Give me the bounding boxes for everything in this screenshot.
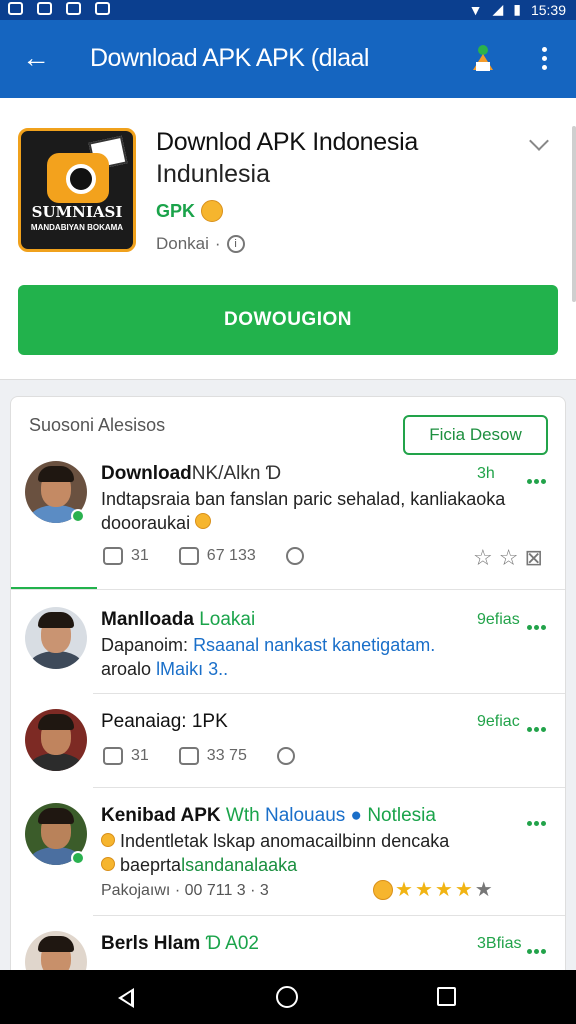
- post-extra-actions: ☆ ☆ ⊠: [473, 545, 543, 571]
- app-icon-text: SUMNIASI: [31, 203, 123, 221]
- divider: [93, 787, 565, 788]
- thumbs-up-icon: [103, 547, 123, 565]
- like-button[interactable]: 31: [103, 747, 149, 765]
- emoji-icon: [101, 857, 115, 871]
- like-button[interactable]: 31: [103, 547, 149, 565]
- more-options-icon[interactable]: [527, 813, 551, 826]
- post-text: Dapanoim: Rsaanal nankast kanetigatam.: [101, 635, 436, 655]
- app-name-line2: Indunlesia: [156, 160, 270, 188]
- rating-stars[interactable]: ★ ★ ★ ★ ★: [373, 877, 493, 902]
- post-author[interactable]: Berls Hlam Ɗ A02: [101, 933, 259, 955]
- notification-icon: [8, 2, 23, 15]
- feed-header: Suosoni Alesisos: [29, 415, 166, 435]
- emoji-icon: [101, 833, 115, 847]
- star-icon: ★: [414, 879, 433, 901]
- star-icon[interactable]: ☆: [473, 545, 493, 571]
- post-time: 9efias: [477, 611, 520, 628]
- react-button[interactable]: [285, 547, 304, 565]
- post-text: Indentletak lskap anomacailbinn dencaka: [101, 829, 449, 853]
- app-icon-subtext: MANDABIYAN BOKAMA: [30, 223, 124, 232]
- status-bar: ▼ ◢ ▮ 15:39: [0, 0, 576, 20]
- verified-badge-icon: [71, 851, 85, 865]
- follow-button[interactable]: Ficia Desow: [403, 415, 548, 455]
- feed-panel: Suosoni Alesisos Ficia Desow DownloadNK/…: [10, 396, 566, 996]
- repost-button[interactable]: 67 133: [178, 547, 256, 565]
- repost-icon: [178, 747, 199, 765]
- star-outline-icon: ★: [474, 879, 493, 901]
- post-actions: 31 67 133: [103, 547, 304, 565]
- post-time: 3h: [477, 465, 495, 482]
- nav-recents-icon[interactable]: [437, 987, 456, 1006]
- scrollbar[interactable]: [572, 126, 576, 302]
- repost-button[interactable]: 33 75: [178, 747, 247, 765]
- nav-back-icon[interactable]: [118, 988, 134, 1008]
- reaction-icon: [276, 747, 295, 765]
- system-nav-bar: [0, 970, 576, 1024]
- post-author[interactable]: Manlloada Loakai: [101, 609, 255, 631]
- share-icon[interactable]: ⊠: [524, 545, 542, 571]
- app-tag: GPK: [156, 200, 224, 222]
- signal-icon: ◢: [492, 1, 504, 17]
- info-icon[interactable]: i: [226, 235, 245, 253]
- status-time: 15:39: [530, 1, 566, 18]
- star-icon: ★: [395, 879, 413, 901]
- divider: [93, 915, 565, 916]
- app-bar: ← Download APK APK (dlaal: [0, 20, 576, 98]
- post-author[interactable]: DownloadNK/Alkn Ɗ: [101, 463, 281, 485]
- post-actions: 31 33 75: [103, 747, 295, 765]
- gallery-icon: [37, 2, 52, 15]
- emoji-icon: [201, 200, 224, 222]
- app-tag-text: GPK: [156, 200, 196, 221]
- post-author[interactable]: Peanaiag: 1PK: [101, 711, 228, 733]
- reaction-icon: [285, 547, 304, 565]
- star-icon: ★: [454, 879, 473, 901]
- star-icon[interactable]: ☆: [499, 545, 519, 571]
- emoji-icon: [195, 513, 212, 529]
- post-author[interactable]: Kenibad APK Wth Nalouaus ● Notlesia: [101, 805, 436, 827]
- repost-icon: [178, 547, 199, 565]
- wifi-icon: ▼: [468, 1, 483, 18]
- nav-home-icon[interactable]: [276, 986, 298, 1008]
- page-title: Download APK APK (dlaal: [90, 44, 369, 72]
- install-button[interactable]: DOWOUGION: [18, 285, 558, 355]
- post-text-line2: baeprtalsandanalaaka: [101, 853, 297, 877]
- battery-icon: ▮: [513, 1, 521, 17]
- store-logo-icon[interactable]: [470, 44, 496, 74]
- notification-icons: [8, 2, 110, 15]
- post-text: Indtapsraia ban fanslan paric sehalad, k…: [101, 489, 506, 509]
- star-icon: ★: [434, 879, 453, 901]
- app-notification-icon: [66, 2, 81, 15]
- app-developer: Donkai: [156, 234, 209, 253]
- avatar[interactable]: [25, 607, 87, 669]
- post-time: 9efiac: [477, 713, 520, 730]
- emoji-icon: [373, 879, 393, 900]
- app-icon: SUMNIASI MANDABIYAN BOKAMA: [18, 128, 136, 252]
- divider: [11, 589, 565, 590]
- more-options-icon[interactable]: [527, 617, 551, 630]
- avatar[interactable]: [25, 709, 87, 771]
- more-options-icon[interactable]: [527, 941, 551, 954]
- camera-lens-graphic: [66, 164, 96, 194]
- verified-badge-icon: [71, 509, 85, 523]
- post-time: 3Bfias: [477, 935, 522, 952]
- post-text-line2: aroalo lMaikı 3..: [101, 659, 229, 679]
- post-text-line2: doooraukai: [101, 511, 212, 535]
- app-name: Downlod APK Indonesia: [156, 128, 418, 156]
- overflow-menu-icon[interactable]: [532, 44, 556, 74]
- more-options-icon[interactable]: [527, 719, 551, 732]
- verified-icon: ●: [350, 805, 363, 826]
- app-meta: Donkai · i: [156, 234, 245, 254]
- message-icon: [95, 2, 110, 15]
- thumbs-up-icon: [103, 747, 123, 765]
- app-info-card: SUMNIASI MANDABIYAN BOKAMA Downlod APK I…: [0, 98, 576, 380]
- chevron-down-icon[interactable]: [529, 131, 549, 151]
- divider: [93, 693, 565, 694]
- more-options-icon[interactable]: [527, 471, 551, 484]
- back-arrow-icon[interactable]: ←: [22, 40, 50, 76]
- react-button[interactable]: [276, 747, 295, 765]
- system-icons: ▼ ◢ ▮ 15:39: [469, 1, 566, 18]
- post-meta: Pakojaıwı · 00 711 3 · 3: [101, 882, 269, 899]
